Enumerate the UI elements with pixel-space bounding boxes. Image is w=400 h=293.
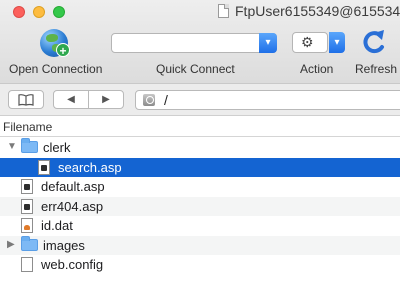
toolbar: FtpUser6155349@6155349 + Open Connection… [0, 0, 400, 84]
window-title: FtpUser6155349@6155349 [218, 3, 400, 19]
minimize-window-button[interactable] [33, 6, 45, 18]
forward-arrow-icon: ▶ [102, 94, 110, 105]
action-button[interactable]: ⚙ [292, 32, 328, 53]
zoom-window-button[interactable] [53, 6, 65, 18]
back-arrow-icon: ◀ [67, 94, 75, 105]
bookmarks-button[interactable] [8, 90, 44, 109]
list-item-name: web.config [41, 257, 104, 272]
folder-icon [21, 235, 38, 251]
file-icon [21, 257, 33, 272]
disclosure-collapsed-icon[interactable]: ▶ [7, 239, 17, 250]
plus-icon: + [56, 43, 70, 58]
list-item-err404-asp[interactable]: err404.asp [0, 196, 400, 216]
list-item-name: default.asp [41, 179, 105, 194]
list-item-name: clerk [43, 140, 71, 155]
gear-icon: ⚙ [301, 34, 314, 50]
dat-file-icon [21, 218, 33, 233]
asp-file-icon [38, 159, 50, 175]
list-item-images[interactable]: ▶ images [0, 235, 400, 255]
file-list: ▼ clerk search.asp default.asp err404.as… [0, 138, 400, 275]
filename-column-header[interactable]: Filename [0, 117, 400, 137]
book-icon [18, 94, 34, 106]
path-text: / [164, 92, 168, 108]
chevron-down-icon[interactable]: ▾ [259, 33, 277, 53]
refresh-label: Refresh [355, 62, 398, 76]
document-icon [218, 4, 229, 18]
disclosure-expanded-icon[interactable]: ▼ [7, 141, 17, 152]
navigation-bar: ◀ ▶ / [0, 84, 400, 116]
action-label: Action [300, 62, 334, 76]
quick-connect-label: Quick Connect [156, 62, 235, 76]
back-button[interactable]: ◀ [53, 90, 89, 109]
refresh-button[interactable] [360, 27, 390, 57]
filename-column-label: Filename [3, 120, 53, 134]
list-item-id-dat[interactable]: id.dat [0, 216, 400, 236]
list-item-web-config[interactable]: web.config [0, 255, 400, 275]
open-connection-label: Open Connection [9, 62, 103, 76]
list-item-name: err404.asp [41, 198, 104, 214]
asp-file-icon [21, 198, 33, 214]
asp-file-icon [21, 179, 33, 194]
list-item-clerk[interactable]: ▼ clerk [0, 138, 400, 158]
list-item-name: images [43, 237, 85, 253]
disk-icon [143, 94, 155, 106]
quick-connect-combobox[interactable]: ▾ [111, 33, 277, 53]
folder-icon [21, 138, 38, 153]
list-item-search-asp[interactable]: search.asp [0, 157, 400, 177]
list-item-name: id.dat [41, 218, 73, 233]
forward-button[interactable]: ▶ [88, 90, 124, 109]
list-item-default-asp[interactable]: default.asp [0, 177, 400, 197]
path-selector[interactable]: / [135, 90, 400, 110]
list-item-name: search.asp [58, 159, 122, 175]
action-menu-chevron-down-icon[interactable]: ▾ [329, 32, 345, 53]
close-window-button[interactable] [13, 6, 25, 18]
window-title-text: FtpUser6155349@6155349 [235, 3, 400, 19]
refresh-icon [363, 30, 384, 54]
